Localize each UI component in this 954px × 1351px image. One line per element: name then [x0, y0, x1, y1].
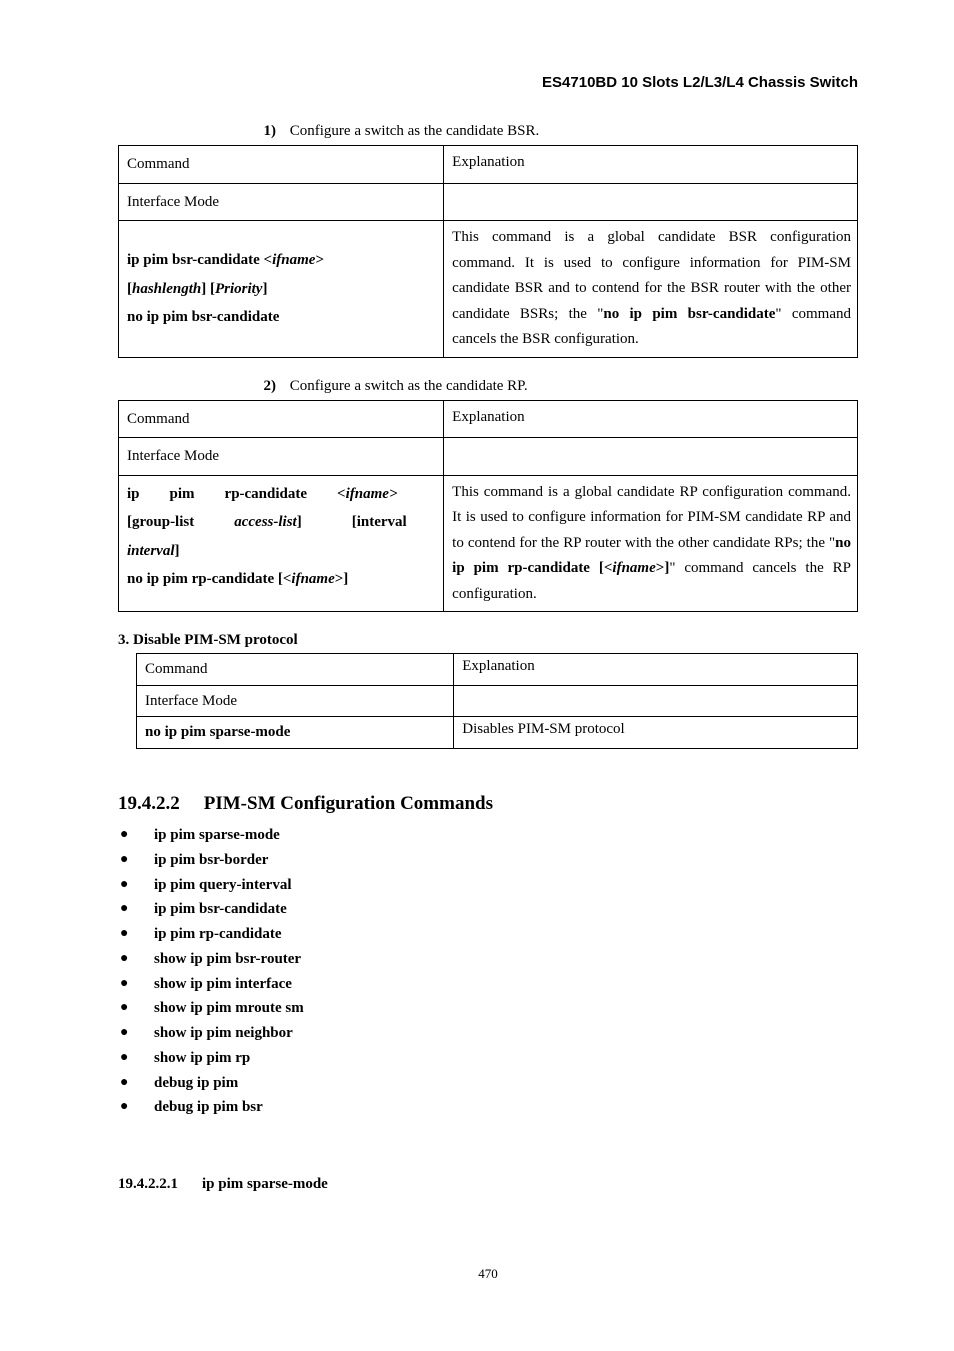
cmd-text: hashlength: [132, 281, 201, 297]
table2-h2: Explanation: [444, 400, 858, 438]
list-item: show ip pim bsr-router: [118, 947, 858, 972]
list-item: show ip pim rp: [118, 1046, 858, 1071]
exp-text: >]: [656, 560, 670, 576]
table1-caption-text: Configure a switch as the candidate BSR.: [290, 123, 540, 139]
table2-r2c1: Interface Mode: [119, 438, 444, 476]
table3-r3c2: Disables PIM-SM protocol: [454, 717, 858, 749]
table1-r2c2: [444, 183, 858, 221]
cmd-text: rp-candidate: [225, 486, 308, 502]
cmd-text: ifname: [291, 571, 334, 587]
disable-pim-sm-table: Command Explanation Interface Mode no ip…: [136, 653, 858, 749]
cmd-text: ip: [127, 486, 140, 502]
table1-caption: 1) Configure a switch as the candidate B…: [118, 121, 858, 142]
table2-h1: Command: [119, 400, 444, 438]
cmd-text: ]: [297, 514, 302, 530]
list-item: ip pim sparse-mode: [118, 823, 858, 848]
table-row: Interface Mode: [119, 183, 858, 221]
table2-explanation-cell: This command is a global candidate RP co…: [444, 475, 858, 612]
cmd-text: ip pim bsr-candidate <: [127, 252, 272, 268]
list-item: ip pim bsr-border: [118, 848, 858, 873]
cmd-text: access-list: [234, 514, 296, 530]
cmd-text: interval: [127, 543, 175, 559]
table2-r2c2: [444, 438, 858, 476]
list-item: show ip pim mroute sm: [118, 996, 858, 1021]
list-item: ip pim bsr-candidate: [118, 897, 858, 922]
h2-num: 19.4.2.2: [118, 793, 180, 814]
heading-pim-sm-config-commands: 19.4.2.2 PIM-SM Configuration Commands: [118, 791, 858, 818]
table-row: Interface Mode: [137, 685, 858, 717]
table1-h2: Explanation: [444, 146, 858, 184]
table-row: Command Explanation: [119, 146, 858, 184]
table2-caption-text: Configure a switch as the candidate RP.: [290, 378, 528, 394]
list-item: show ip pim neighbor: [118, 1021, 858, 1046]
h2-title: PIM-SM Configuration Commands: [204, 793, 493, 814]
bsr-candidate-table: Command Explanation Interface Mode ip pi…: [118, 145, 858, 358]
list-item: show ip pim interface: [118, 972, 858, 997]
exp-text: This command is a global candidate RP co…: [452, 484, 851, 551]
cmd-text: <: [337, 486, 346, 502]
command-bullet-list: ip pim sparse-mode ip pim bsr-border ip …: [118, 823, 858, 1120]
table1-command-cell: ip pim bsr-candidate <ifname> [hashlengt…: [119, 221, 444, 358]
table3-r3c1: no ip pim sparse-mode: [137, 717, 454, 749]
cmd-text: >]: [335, 571, 349, 587]
cmd-text: ]: [262, 281, 267, 297]
cmd-text: no ip pim rp-candidate [<: [127, 571, 291, 587]
cmd-text: ifname: [272, 252, 315, 268]
table2-command-cell: ippimrp-candidate<ifname> [group-listacc…: [119, 475, 444, 612]
cmd-text: >: [315, 252, 324, 268]
heading-ip-pim-sparse-mode: 19.4.2.2.1 ip pim sparse-mode: [118, 1174, 858, 1195]
cmd-text: no ip pim bsr-candidate: [127, 309, 279, 325]
cmd-text: [group-list: [127, 514, 194, 530]
rp-candidate-table: Command Explanation Interface Mode ip pim…: [118, 400, 858, 613]
table3-h2: Explanation: [454, 654, 858, 686]
table-row: no ip pim sparse-mode Disables PIM-SM pr…: [137, 717, 858, 749]
list-item: ip pim rp-candidate: [118, 922, 858, 947]
table1-caption-num: 1): [258, 121, 276, 142]
table-row: ip pim bsr-candidate <ifname> [hashlengt…: [119, 221, 858, 358]
section3-label: 3. Disable PIM-SM protocol: [118, 630, 858, 651]
cmd-text: ifname: [346, 486, 389, 502]
table3-h1: Command: [137, 654, 454, 686]
cmd-text: Priority: [215, 281, 263, 297]
table3-r2c1: Interface Mode: [137, 685, 454, 717]
table-row: Command Explanation: [137, 654, 858, 686]
page-number: 470: [118, 1265, 858, 1283]
exp-text: no ip pim bsr-candidate: [603, 306, 775, 322]
cmd-text: [interval: [352, 514, 407, 530]
list-item: ip pim query-interval: [118, 873, 858, 898]
list-item: debug ip pim: [118, 1071, 858, 1096]
cmd-text: ] [: [201, 281, 215, 297]
h3-num: 19.4.2.2.1: [118, 1176, 178, 1192]
table-row: Interface Mode: [119, 438, 858, 476]
cmd-text: >: [389, 486, 398, 502]
table-row: ippimrp-candidate<ifname> [group-listacc…: [119, 475, 858, 612]
exp-text: ifname: [612, 560, 655, 576]
table-row: Command Explanation: [119, 400, 858, 438]
table3-r2c2: [454, 685, 858, 717]
cmd-text: pim: [170, 486, 195, 502]
page-header-title: ES4710BD 10 Slots L2/L3/L4 Chassis Switc…: [118, 72, 858, 93]
list-item: debug ip pim bsr: [118, 1095, 858, 1120]
table1-h1: Command: [119, 146, 444, 184]
table2-caption: 2) Configure a switch as the candidate R…: [118, 376, 858, 397]
cmd-text: ]: [175, 543, 180, 559]
table1-explanation-cell: This command is a global candidate BSR c…: [444, 221, 858, 358]
table1-r2c1: Interface Mode: [119, 183, 444, 221]
h3-title: ip pim sparse-mode: [202, 1176, 328, 1192]
table2-caption-num: 2): [258, 376, 276, 397]
